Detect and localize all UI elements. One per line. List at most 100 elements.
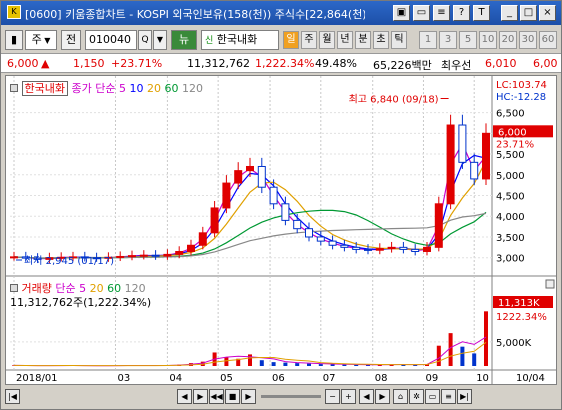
y-tick-label: 3,000 — [496, 254, 525, 265]
market-select[interactable]: 주 ▼ — [25, 30, 57, 50]
stock-name-field[interactable]: 신 한국내화 — [201, 30, 279, 50]
scroll-left-icon[interactable]: ◀ — [359, 389, 374, 404]
volume-bar — [472, 353, 477, 366]
chart-scrollbar[interactable]: |◀ ◀ ▶ ◀◀ ■ ▶ − + ◀ ▶ ⌂ ✲ ▭ ≡ ▶| — [5, 387, 557, 407]
y-tick-label: 6,500 — [496, 109, 525, 120]
x-tick-label: 2018/01 — [16, 373, 58, 384]
price-legend: 한국내화 종가 단순 5 10 20 60 120 — [10, 80, 203, 96]
minute-button-60[interactable]: 60 — [539, 31, 557, 49]
candle-body — [10, 256, 18, 259]
candle-body — [281, 203, 290, 221]
period-button-5[interactable]: 초 — [373, 31, 389, 49]
code-input[interactable]: 010040 — [85, 30, 137, 50]
period-button-6[interactable]: 틱 — [391, 31, 407, 49]
zoom-plus-icon[interactable]: + — [341, 389, 356, 404]
quote-line: 6,000 ▲ 1,150 +23.71% 11,312,762 1,222.3… — [1, 53, 561, 73]
grid-icon[interactable] — [10, 284, 18, 292]
zoom-minus-icon[interactable]: − — [325, 389, 340, 404]
period-button-4[interactable]: 분 — [355, 31, 371, 49]
toolbar: ▮ 주 ▼ 전 010040 Q ▼ 뉴 신 한국내화 일주월년분초틱 1351… — [1, 27, 561, 53]
chart-area[interactable]: 2018/01 03 04 05 06 07 08 09 10 10/04 6,500 6,000 5,… — [5, 75, 557, 385]
app-icon: K — [7, 5, 21, 19]
minute-button-20[interactable]: 20 — [499, 31, 517, 49]
scroll-next-icon[interactable]: ▶ — [193, 389, 208, 404]
ma10-label: 10 — [129, 82, 144, 95]
volume-bar — [295, 363, 300, 366]
period-button-3[interactable]: 년 — [337, 31, 353, 49]
minute-button-1[interactable]: 1 — [419, 31, 437, 49]
candle-body — [352, 246, 361, 250]
scroll-right-icon[interactable]: ▶ — [375, 389, 390, 404]
scroll-end-icon[interactable]: ▶| — [457, 389, 472, 404]
current-price: 6,000 — [7, 57, 39, 70]
candle-body — [434, 203, 443, 248]
minute-button-30[interactable]: 30 — [519, 31, 537, 49]
volume-bar — [460, 346, 465, 366]
candle-body — [305, 228, 313, 238]
fix-icon[interactable]: T — [473, 5, 490, 21]
period-button-2[interactable]: 월 — [319, 31, 335, 49]
ask-price: 6,010 — [485, 57, 517, 70]
maximize-icon[interactable]: □ — [520, 5, 537, 21]
ma60-label: 60 — [164, 82, 179, 95]
zoom-out-icon[interactable]: ◀◀ — [209, 389, 224, 404]
x-tick-label: 05 — [220, 373, 233, 384]
foreign-ratio: 49.48% — [315, 57, 357, 70]
volume-value-line: 11,312,762주(1,222.34%) — [10, 296, 152, 309]
chart-canvas[interactable]: 2018/01 03 04 05 06 07 08 09 10 10/04 6,500 6,000 5,… — [6, 76, 556, 384]
candle-body — [269, 186, 278, 205]
play-icon[interactable]: ▶ — [241, 389, 256, 404]
y-tick-label: 5,500 — [496, 150, 525, 161]
scroll-first-icon[interactable]: |◀ — [5, 389, 20, 404]
best-ask-label: 최우선 — [441, 59, 472, 72]
candle-body — [364, 248, 372, 251]
candle-body — [387, 246, 396, 250]
favorite-icon[interactable]: 뉴 — [171, 30, 197, 50]
zoom-slider[interactable] — [261, 395, 321, 398]
period-button-0[interactable]: 일 — [283, 31, 299, 49]
prev-button[interactable]: 전 — [61, 30, 81, 50]
volume-bar — [330, 364, 335, 366]
title-bar: K [0600] 키움종합차트 - KOSPI 외국인보유(158(천)) 주식… — [1, 1, 561, 25]
minimize-icon[interactable]: _ — [501, 5, 518, 21]
close-icon[interactable]: × — [539, 5, 556, 21]
candle-body — [187, 244, 195, 252]
list-icon[interactable]: ≡ — [441, 389, 456, 404]
stop-icon[interactable]: ■ — [225, 389, 240, 404]
expand-icon[interactable]: ▭ — [425, 389, 440, 404]
minute-button-5[interactable]: 5 — [459, 31, 477, 49]
ma120-label: 120 — [181, 82, 203, 95]
x-tick-label: 04 — [169, 373, 182, 384]
volume-bar — [271, 362, 276, 366]
search-icon[interactable]: Q — [138, 30, 152, 50]
chart-type-icon[interactable]: ▮ — [5, 30, 23, 50]
candle-body — [128, 255, 136, 258]
candle-body — [246, 165, 254, 172]
dropdown-arrow-icon[interactable]: ▼ — [153, 30, 167, 50]
period-button-1[interactable]: 주 — [301, 31, 317, 49]
up-arrow-icon: ▲ — [41, 57, 50, 70]
candle-body — [222, 182, 231, 209]
help-icon[interactable]: ? — [453, 5, 470, 21]
scroll-prev-icon[interactable]: ◀ — [177, 389, 192, 404]
alarm-icon[interactable]: ≡ — [433, 5, 450, 21]
candle-body — [446, 124, 455, 205]
change-value: 1,150 — [73, 57, 105, 70]
minute-button-3[interactable]: 3 — [439, 31, 457, 49]
volume-value: 11,312,762 — [187, 57, 250, 70]
low-label: 최저 2,945 (01/17) — [24, 255, 114, 267]
y-tick-label: 4,500 — [496, 192, 525, 203]
settings-icon[interactable]: ✲ — [409, 389, 424, 404]
volume-bar — [436, 345, 441, 366]
restore-icon[interactable]: ▭ — [413, 5, 430, 21]
candle-body — [328, 240, 337, 246]
grid-icon[interactable] — [10, 84, 18, 92]
price-legend-name[interactable]: 한국내화 — [21, 81, 68, 96]
lock-icon[interactable]: ▣ — [393, 5, 410, 21]
bid-price: 6,00 — [533, 57, 558, 70]
window-title: [0600] 키움종합차트 - KOSPI 외국인보유(158(천)) 주식수[… — [25, 8, 365, 21]
minute-button-10[interactable]: 10 — [479, 31, 497, 49]
home-icon[interactable]: ⌂ — [393, 389, 408, 404]
current-volume-pct: 1222.34% — [496, 312, 547, 323]
volume-percent: 1,222.34% — [255, 57, 315, 70]
